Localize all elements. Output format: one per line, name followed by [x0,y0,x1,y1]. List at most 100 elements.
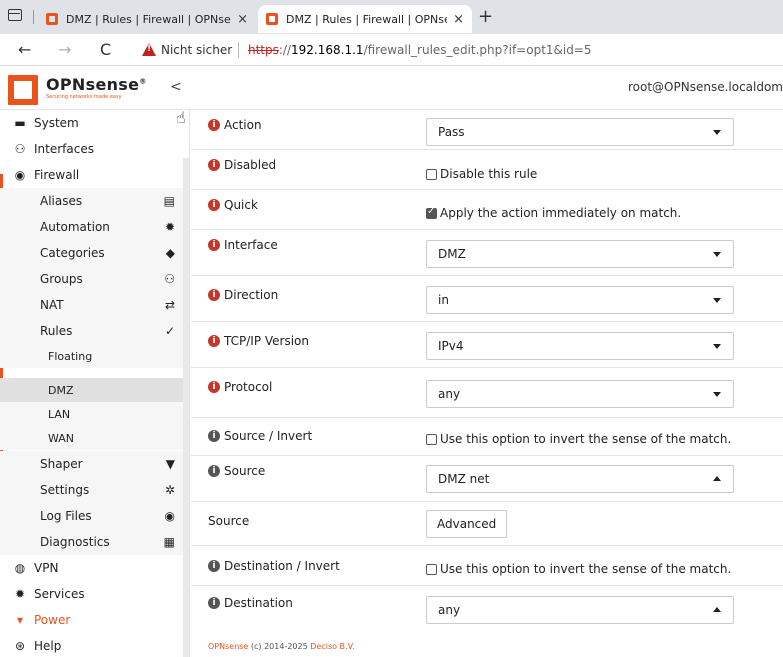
source-invert-checkbox[interactable]: Use this option to invert the sense of t… [426,432,731,446]
destination-select[interactable]: any [426,596,734,624]
label-text: Disabled [224,158,277,172]
sidebar-item-label: Categories [40,246,105,260]
info-icon[interactable]: i [208,199,220,211]
sidebar-item-system[interactable]: ▬ System [0,110,183,136]
select-value: any [438,603,461,617]
source-advanced-button[interactable]: Advanced [426,510,508,538]
sidebar-item-interfaces[interactable]: ⚇ Interfaces [0,136,183,162]
close-tab-icon[interactable]: × [453,12,464,27]
field-label: i TCP/IP Version [208,334,309,348]
url-divider [238,42,239,58]
checkbox-label: Use this option to invert the sense of t… [440,432,732,446]
sidebar-item-aliases[interactable]: Aliases ▤ [0,188,183,214]
warning-icon[interactable] [142,43,156,56]
info-icon[interactable]: i [208,119,220,131]
browser-tab-1[interactable]: DMZ | Rules | Firewall | OPNsense × [38,5,256,33]
caret-down-icon [713,298,721,303]
sidebar-item-automation[interactable]: Automation ✹ [0,214,183,240]
security-label[interactable]: Nicht sicher [161,43,232,57]
checkbox-icon[interactable] [426,433,437,445]
sidebar-item-label: Help [34,639,62,653]
collapse-sidebar-button[interactable]: < [170,79,182,95]
form-row-action: i Action Pass [191,110,783,150]
url-host: 192.168.1.1 [291,43,364,57]
sidebar-item-power[interactable]: ▾ Power [0,607,183,633]
user-menu[interactable]: root@OPNsense.localdom [628,80,783,94]
info-icon[interactable]: i [208,239,220,251]
checkbox-icon[interactable] [426,168,437,180]
tab-actions-icon[interactable] [8,9,22,21]
sidebar-scrollbar[interactable] [183,158,189,657]
direction-select[interactable]: in [426,286,734,314]
sidebar-item-label: Groups [40,272,83,286]
sidebar-item-dmz[interactable]: DMZ [0,378,183,402]
info-icon[interactable]: i [208,159,220,171]
caret-up-icon [713,476,721,481]
form-row-destination: i Destination any [191,586,783,626]
info-icon[interactable]: i [208,335,220,347]
form-row-quick: i Quick Apply the action immediately on m… [191,190,783,230]
new-tab-button[interactable]: + [478,6,493,27]
forward-button[interactable]: → [58,40,71,59]
globe-icon: ◍ [14,561,26,575]
form-row-interface: i Interface DMZ [191,230,783,276]
sidebar-item-groups[interactable]: Groups ⚇ [0,266,183,292]
sidebar-item-categories[interactable]: Categories ◆ [0,240,183,266]
footer-brand[interactable]: OPNsense [208,642,248,651]
sidebar-item-diagnostics[interactable]: Diagnostics ▦ [0,529,183,555]
info-icon[interactable]: i [208,381,220,393]
sidebar-item-services[interactable]: ✹ Services [0,581,183,607]
field-label: i Direction [208,288,278,302]
source-select[interactable]: DMZ net [426,465,734,493]
disable-rule-checkbox[interactable]: Disable this rule [426,167,537,181]
sidebar-item-help[interactable]: ⊛ Help [0,633,183,657]
sidebar-item-log-files[interactable]: Log Files ◉ [0,503,183,529]
sidebar-item-vpn[interactable]: ◍ VPN [0,555,183,581]
destination-invert-checkbox[interactable]: Use this option to invert the sense of t… [426,562,731,576]
field-label: i Interface [208,238,278,252]
info-icon[interactable]: i [208,560,220,572]
sidebar-item-lan[interactable]: LAN [0,402,183,426]
reload-button[interactable]: C [100,40,111,59]
info-icon[interactable]: i [208,430,220,442]
address-bar: ← → C Nicht sicher https://192.168.1.1/f… [0,34,783,66]
close-tab-icon[interactable]: × [237,12,248,27]
sidebar-item-floating[interactable]: Floating [0,344,183,368]
label-text: Protocol [224,380,273,394]
checkbox-icon[interactable] [426,563,437,575]
info-icon[interactable]: i [208,465,220,477]
select-value: DMZ [438,247,466,261]
sidebar-item-label: Services [34,587,85,601]
interface-select[interactable]: DMZ [426,240,734,268]
caret-up-icon [713,607,721,612]
sidebar-item-label: Automation [40,220,110,234]
info-icon[interactable]: i [208,289,220,301]
action-select[interactable]: Pass [426,118,734,146]
sidebar-item-rules[interactable]: Rules ✓ [0,318,183,344]
label-text: Source [224,464,266,478]
sidebar-item-wan[interactable]: WAN [0,426,183,450]
sidebar-item-label: Shaper [40,457,83,471]
sidebar-item-label: Power [34,613,71,627]
sidebar-item-firewall[interactable]: ◉ Firewall [0,162,183,188]
checkbox-checked-icon[interactable] [426,206,437,219]
info-icon[interactable]: i [208,597,220,609]
sidebar-item-nat[interactable]: NAT ⇄ [0,292,183,318]
brand-name[interactable]: OPNsense® [46,75,147,94]
form-row-direction: i Direction in [191,276,783,322]
label-text: Quick [224,198,258,212]
label-text: Action [224,118,262,132]
tcpip-version-select[interactable]: IPv4 [426,332,734,360]
list-icon: ▤ [163,194,175,208]
browser-tab-2[interactable]: DMZ | Rules | Firewall | OPNsense × [258,5,472,33]
quick-checkbox[interactable]: Apply the action immediately on match. [426,206,681,220]
back-button[interactable]: ← [18,40,31,59]
url-field[interactable]: https://192.168.1.1/firewall_rules_edit.… [248,43,592,57]
footer-company[interactable]: Deciso B.V. [310,642,354,651]
protocol-select[interactable]: any [426,380,734,408]
sidebar-item-settings[interactable]: Settings ✲ [0,477,183,503]
opnsense-logo-icon[interactable] [8,75,38,105]
sidebar-item-label: DMZ [48,383,74,397]
field-label: i Quick [208,198,258,212]
sidebar-item-shaper[interactable]: Shaper ▼ [0,451,183,477]
